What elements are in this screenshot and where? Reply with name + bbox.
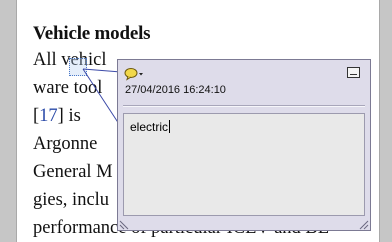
note-datetime: 27/04/2016 16:24:10	[125, 84, 226, 96]
resize-grip-right-icon[interactable]	[357, 217, 369, 230]
text-caret	[169, 120, 171, 133]
speech-bubble-icon[interactable]	[124, 67, 144, 81]
resize-grip-left-icon[interactable]	[119, 217, 131, 230]
text-line: Argonne	[33, 134, 98, 154]
note-text: electric	[130, 120, 169, 134]
text-line: gies, inclu	[33, 190, 110, 210]
divider	[123, 105, 365, 107]
minimize-button[interactable]	[347, 67, 360, 78]
citation-link[interactable]: 17	[39, 106, 58, 126]
annotation-marker[interactable]	[69, 58, 87, 76]
text-line: ware tool	[33, 78, 103, 98]
sticky-note-popup[interactable]: 27/04/2016 16:24:10 electric	[117, 59, 371, 231]
note-header[interactable]: 27/04/2016 16:24:10	[118, 60, 370, 102]
text-line: General M	[33, 162, 113, 182]
text-line: [17] is	[33, 106, 81, 126]
note-text-area[interactable]: electric	[123, 113, 365, 216]
section-heading: Vehicle models	[33, 23, 151, 44]
